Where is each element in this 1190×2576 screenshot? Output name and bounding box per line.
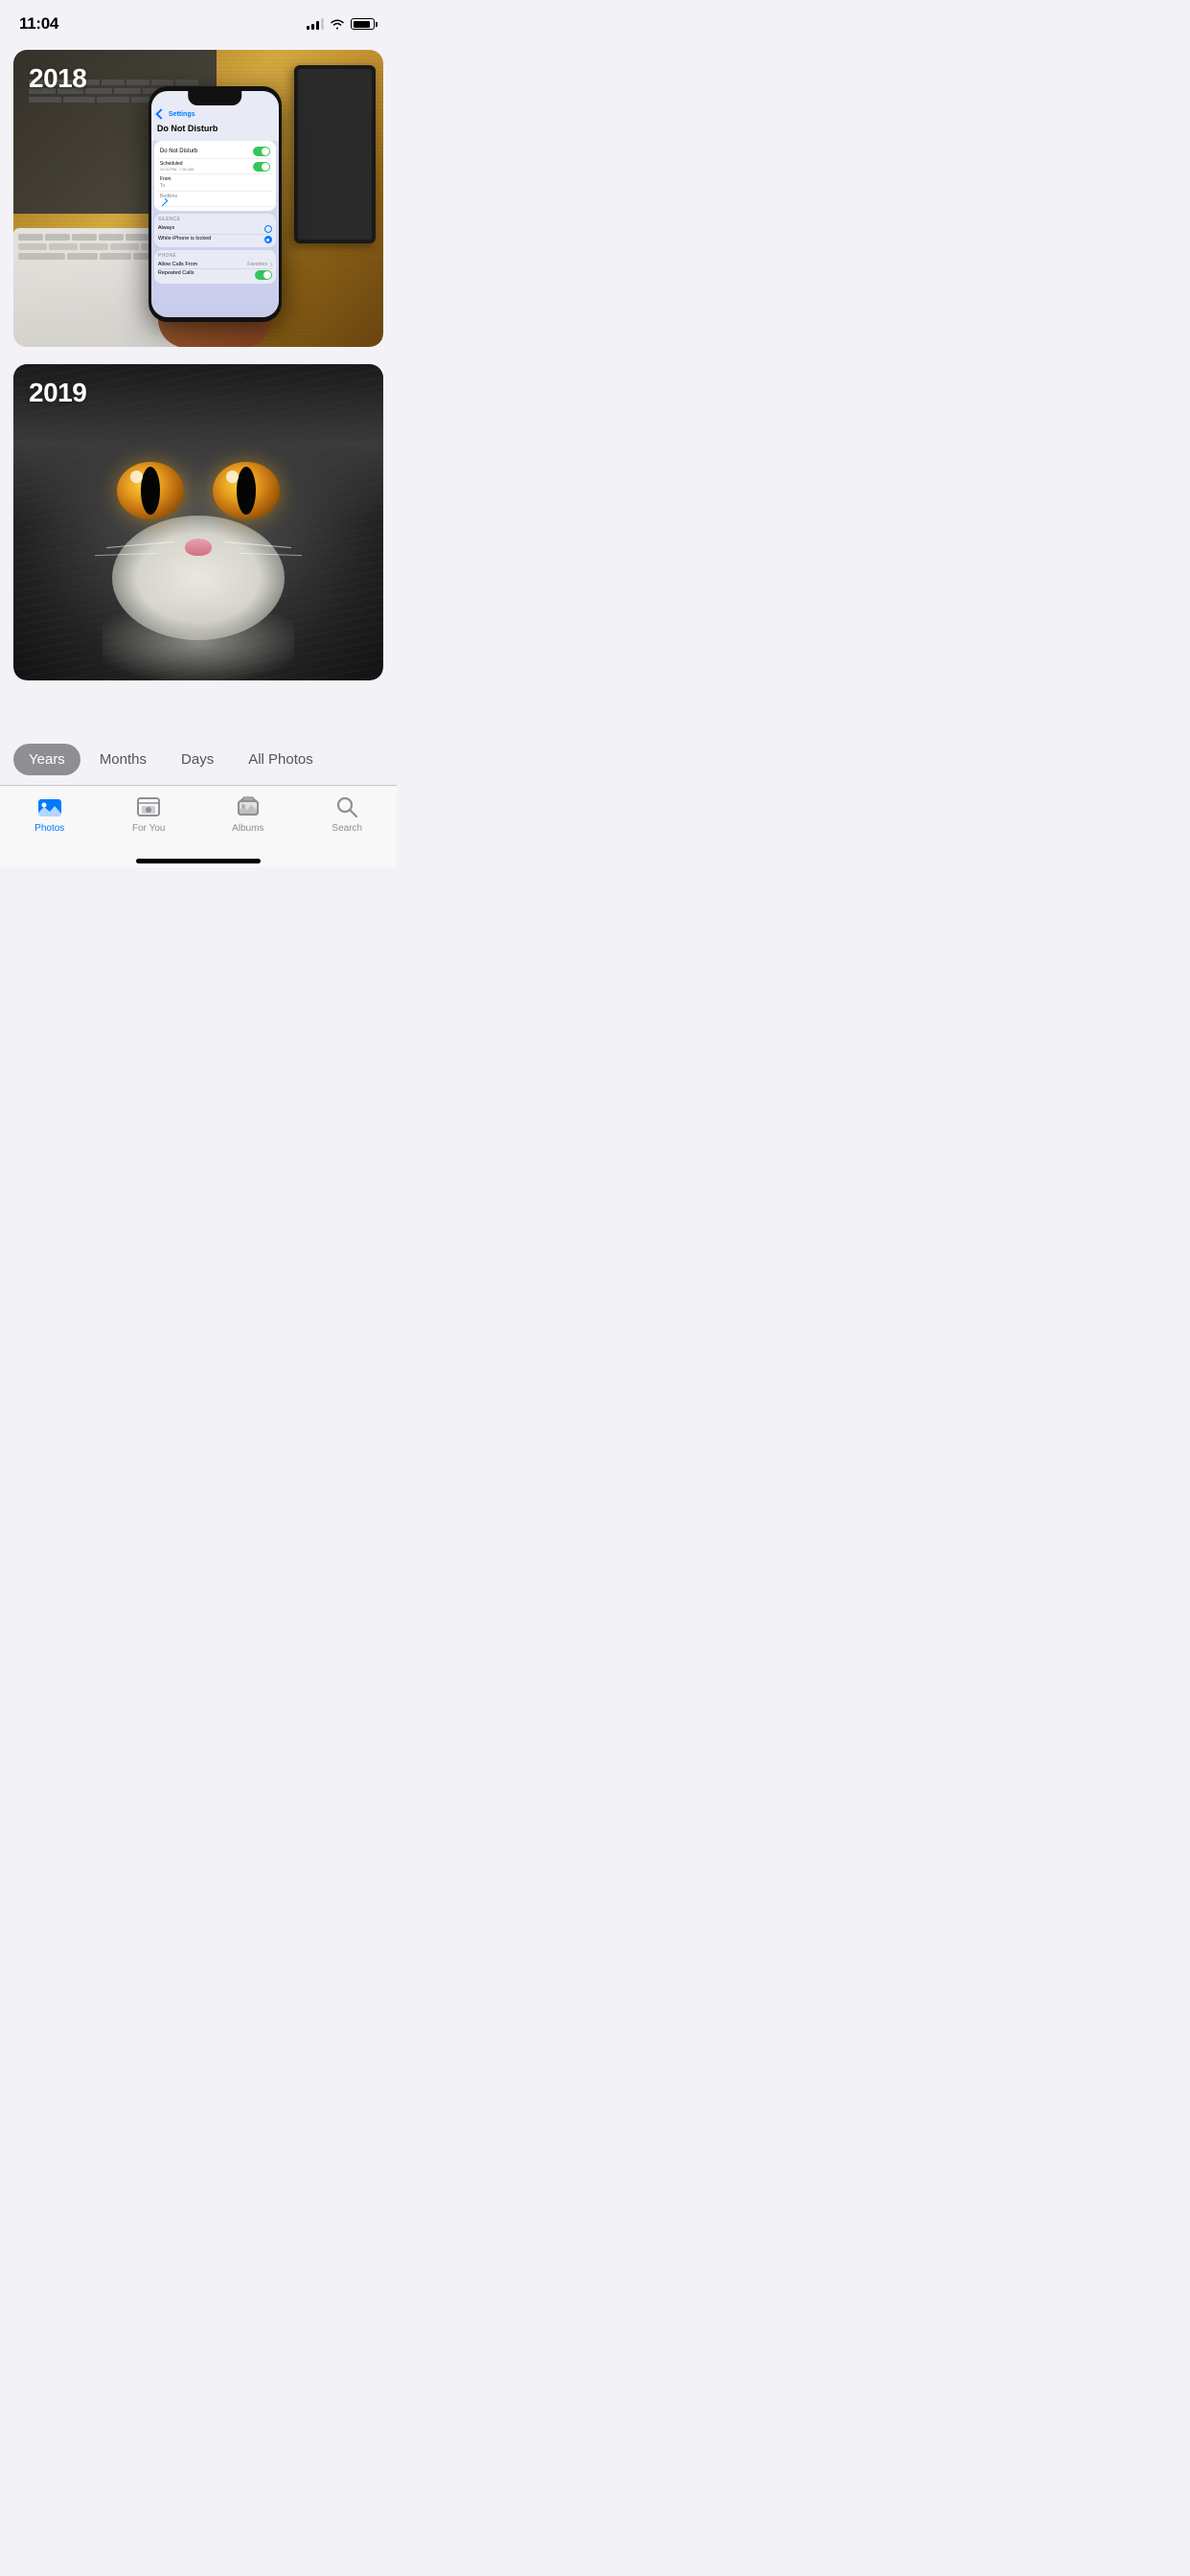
photo-card-2018[interactable]: Settings Do Not Disturb Do Not Disturb xyxy=(13,50,383,347)
wifi-icon xyxy=(330,18,345,30)
tab-search[interactable]: Search xyxy=(298,794,398,834)
tab-photos-label: Photos xyxy=(34,823,64,834)
year-label-2019: 2019 xyxy=(29,378,86,408)
signal-bars-icon xyxy=(307,18,324,30)
all-photos-button[interactable]: All Photos xyxy=(233,744,329,775)
tab-for-you-label: For You xyxy=(132,823,165,834)
for-you-icon xyxy=(135,794,162,820)
years-button[interactable]: Years xyxy=(13,744,80,775)
status-bar: 11:04 xyxy=(0,0,397,42)
battery-icon xyxy=(351,18,378,30)
tab-search-label: Search xyxy=(332,823,362,834)
home-bar xyxy=(136,859,261,863)
tab-photos[interactable]: Photos xyxy=(0,794,100,834)
home-indicator xyxy=(0,853,397,867)
view-selector: Years Months Days All Photos xyxy=(0,734,397,785)
photos-icon xyxy=(36,794,63,820)
tab-bar: Photos For You Albums xyxy=(0,785,397,853)
search-icon xyxy=(333,794,360,820)
photo-card-2019[interactable]: 2019 xyxy=(13,364,383,680)
albums-icon xyxy=(235,794,262,820)
status-time: 11:04 xyxy=(19,14,58,34)
months-button[interactable]: Months xyxy=(84,744,162,775)
days-button[interactable]: Days xyxy=(166,744,229,775)
photos-scroll-area[interactable]: Settings Do Not Disturb Do Not Disturb xyxy=(0,42,397,705)
tab-for-you[interactable]: For You xyxy=(100,794,199,834)
tab-albums-label: Albums xyxy=(232,823,263,834)
status-icons xyxy=(307,18,378,30)
year-label-2018: 2018 xyxy=(29,63,86,94)
tab-albums[interactable]: Albums xyxy=(198,794,298,834)
